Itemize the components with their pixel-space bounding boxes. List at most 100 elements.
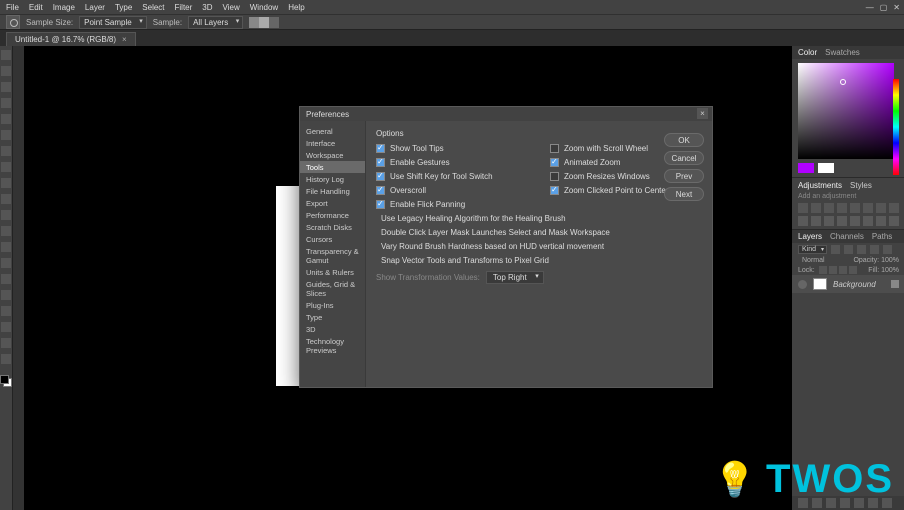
hand-tool-icon[interactable] <box>1 338 11 348</box>
opt-overscroll[interactable]: Overscroll <box>376 186 550 195</box>
hue-slider[interactable] <box>893 79 899 175</box>
adj-gradient-map-icon[interactable] <box>876 216 886 226</box>
tab-swatches[interactable]: Swatches <box>825 48 860 57</box>
tab-layers[interactable]: Layers <box>798 232 822 241</box>
filter-adjust-icon[interactable] <box>844 245 853 254</box>
prefs-cat-type[interactable]: Type <box>300 311 365 323</box>
adj-levels-icon[interactable] <box>811 203 821 213</box>
layer-lock-icon[interactable] <box>891 280 899 288</box>
checkbox-icon[interactable] <box>376 158 385 167</box>
prefs-cat-tech[interactable]: Technology Previews <box>300 335 365 356</box>
tab-close-icon[interactable]: × <box>122 35 127 44</box>
adj-posterize-icon[interactable] <box>850 216 860 226</box>
checkbox-icon[interactable] <box>550 186 559 195</box>
adj-lookup-icon[interactable] <box>824 216 834 226</box>
opacity-value[interactable]: 100% <box>881 257 899 264</box>
filter-smart-icon[interactable] <box>883 245 892 254</box>
cancel-button[interactable]: Cancel <box>664 151 704 165</box>
adj-threshold-icon[interactable] <box>863 216 873 226</box>
opt-legacy-healing[interactable]: Use Legacy Healing Algorithm for the Hea… <box>376 214 702 223</box>
menu-view[interactable]: View <box>223 3 240 12</box>
type-tool-icon[interactable] <box>1 290 11 300</box>
adj-curves-icon[interactable] <box>824 203 834 213</box>
prefs-cat-file[interactable]: File Handling <box>300 185 365 197</box>
prefs-cat-interface[interactable]: Interface <box>300 137 365 149</box>
adj-selective-icon[interactable] <box>889 216 899 226</box>
foreground-swatch[interactable] <box>798 163 814 173</box>
window-maximize-icon[interactable]: ▢ <box>880 3 888 12</box>
checkbox-icon[interactable] <box>376 186 385 195</box>
magic-wand-tool-icon[interactable] <box>1 98 11 108</box>
opt-brush-hardness-hud[interactable]: Vary Round Brush Hardness based on HUD v… <box>376 242 702 251</box>
layer-filter-kind-dropdown[interactable]: Kind <box>798 245 827 254</box>
prefs-cat-workspace[interactable]: Workspace <box>300 149 365 161</box>
lock-pixels-icon[interactable] <box>819 266 827 274</box>
checkbox-icon[interactable] <box>550 172 559 181</box>
opt-flick-panning[interactable]: Enable Flick Panning <box>376 200 550 209</box>
blur-tool-icon[interactable] <box>1 242 11 252</box>
checkbox-icon[interactable] <box>376 200 385 209</box>
menu-image[interactable]: Image <box>53 3 75 12</box>
tab-paths[interactable]: Paths <box>872 232 892 241</box>
layer-name[interactable]: Background <box>833 280 876 289</box>
prefs-cat-units[interactable]: Units & Rulers <box>300 266 365 278</box>
lock-position-icon[interactable] <box>829 266 837 274</box>
window-close-icon[interactable]: ✕ <box>893 3 900 12</box>
opt-enable-gestures[interactable]: Enable Gestures <box>376 158 550 167</box>
lock-all-icon[interactable] <box>849 266 857 274</box>
opt-snap-vector[interactable]: Snap Vector Tools and Transforms to Pixe… <box>376 256 702 265</box>
move-tool-icon[interactable] <box>1 50 11 60</box>
zoom-tool-icon[interactable] <box>1 354 11 364</box>
ok-button[interactable]: OK <box>664 133 704 147</box>
filter-shape-icon[interactable] <box>870 245 879 254</box>
background-swatch[interactable] <box>818 163 834 173</box>
filter-pixel-icon[interactable] <box>831 245 840 254</box>
sample-size-dropdown[interactable]: Point Sample <box>79 16 147 29</box>
window-minimize-icon[interactable]: — <box>866 3 874 12</box>
prefs-cat-scratch[interactable]: Scratch Disks <box>300 221 365 233</box>
history-brush-tool-icon[interactable] <box>1 194 11 204</box>
prefs-cat-performance[interactable]: Performance <box>300 209 365 221</box>
opt-show-tooltips[interactable]: Show Tool Tips <box>376 144 550 153</box>
adj-brightness-icon[interactable] <box>798 203 808 213</box>
brush-tool-icon[interactable] <box>1 162 11 172</box>
pen-tool-icon[interactable] <box>1 274 11 284</box>
prefs-cat-cursors[interactable]: Cursors <box>300 233 365 245</box>
menu-edit[interactable]: Edit <box>29 3 43 12</box>
filter-type-icon[interactable] <box>857 245 866 254</box>
fill-value[interactable]: 100% <box>881 267 899 274</box>
eraser-tool-icon[interactable] <box>1 210 11 220</box>
prefs-cat-tools[interactable]: Tools <box>300 161 365 173</box>
eyedropper-tool-icon[interactable] <box>1 130 11 140</box>
prefs-cat-transparency[interactable]: Transparency & Gamut <box>300 245 365 266</box>
gradient-tool-icon[interactable] <box>1 226 11 236</box>
prefs-cat-guides[interactable]: Guides, Grid & Slices <box>300 278 365 299</box>
checkbox-icon[interactable] <box>550 158 559 167</box>
tab-color[interactable]: Color <box>798 48 817 57</box>
adj-bw-icon[interactable] <box>889 203 899 213</box>
menu-select[interactable]: Select <box>142 3 164 12</box>
lock-artboard-icon[interactable] <box>839 266 847 274</box>
adj-balance-icon[interactable] <box>876 203 886 213</box>
sample-dropdown[interactable]: All Layers <box>188 16 243 29</box>
tab-adjustments[interactable]: Adjustments <box>798 181 842 190</box>
menu-3d[interactable]: 3D <box>202 3 212 12</box>
adj-photo-filter-icon[interactable] <box>798 216 808 226</box>
marquee-tool-icon[interactable] <box>1 66 11 76</box>
menu-filter[interactable]: Filter <box>175 3 193 12</box>
tab-channels[interactable]: Channels <box>830 232 864 241</box>
opt-shift-tool-switch[interactable]: Use Shift Key for Tool Switch <box>376 172 550 181</box>
dialog-close-button[interactable]: × <box>697 108 708 119</box>
collapsed-panel-strip[interactable] <box>12 46 24 510</box>
stamp-tool-icon[interactable] <box>1 178 11 188</box>
path-select-tool-icon[interactable] <box>1 306 11 316</box>
adj-exposure-icon[interactable] <box>837 203 847 213</box>
crop-tool-icon[interactable] <box>1 114 11 124</box>
lasso-tool-icon[interactable] <box>1 82 11 92</box>
tab-styles[interactable]: Styles <box>850 181 872 190</box>
prefs-cat-history[interactable]: History Log <box>300 173 365 185</box>
dodge-tool-icon[interactable] <box>1 258 11 268</box>
menu-window[interactable]: Window <box>250 3 278 12</box>
eyedropper-tool-icon[interactable] <box>6 15 20 29</box>
prefs-cat-plugins[interactable]: Plug-Ins <box>300 299 365 311</box>
